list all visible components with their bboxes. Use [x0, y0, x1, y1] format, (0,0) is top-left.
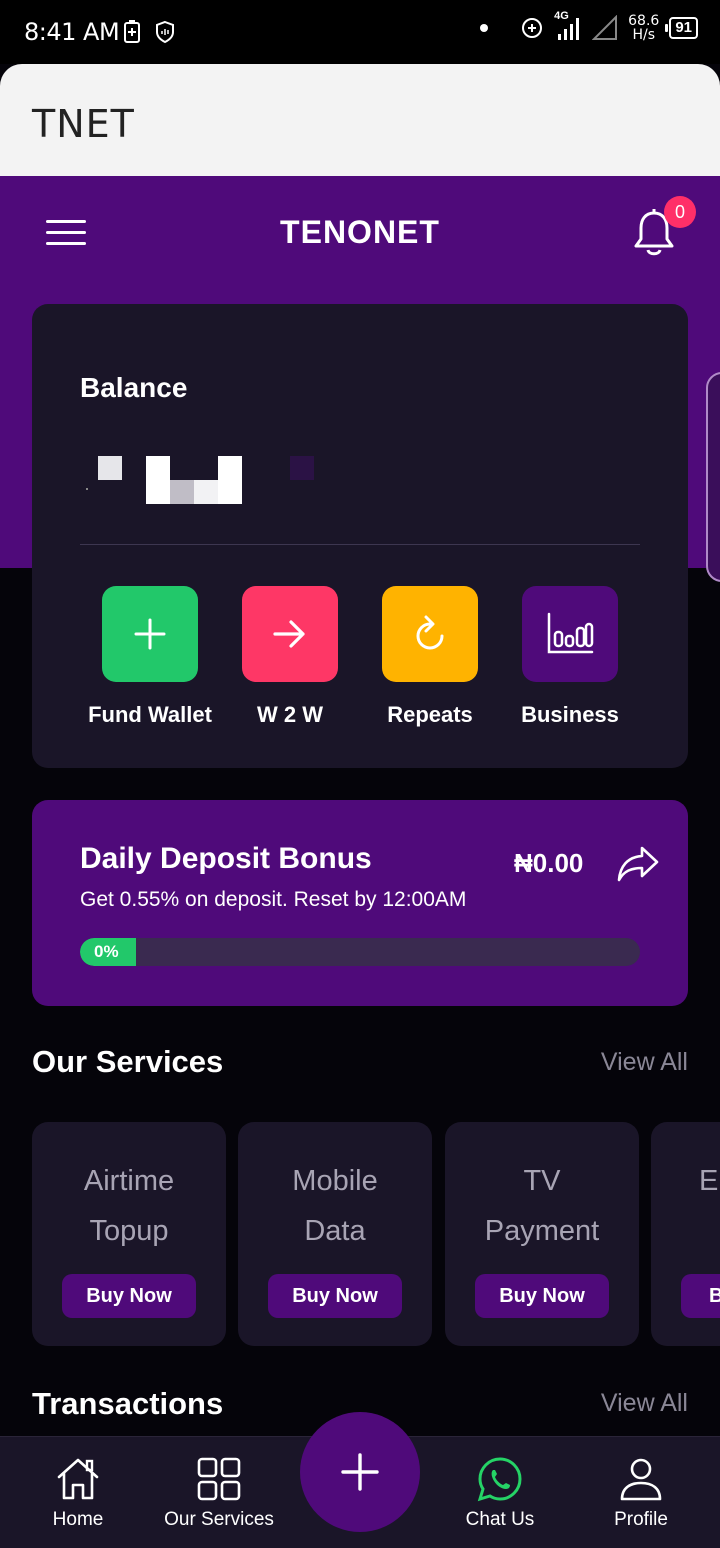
service-name: TV Payment — [445, 1156, 639, 1256]
home-icon — [57, 1458, 99, 1500]
status-time: 8:41 AM — [24, 18, 120, 46]
brand-title: TENONET — [280, 214, 440, 250]
repeats-label: Repeats — [387, 702, 473, 727]
data-saver-icon — [522, 18, 543, 38]
business-label: Business — [521, 702, 619, 727]
plus-icon — [341, 1453, 379, 1491]
business-tile — [522, 586, 618, 682]
service-name: Airtime Topup — [32, 1156, 226, 1256]
notification-badge: 0 — [664, 196, 696, 228]
buy-now-button[interactable]: Buy Now — [62, 1274, 196, 1318]
balance-divider — [80, 544, 640, 545]
bar-chart-icon — [547, 612, 594, 654]
status-bar: 8:41 AM 4G 68.6 H/s 91 — [0, 0, 720, 64]
speed-unit: H/s — [632, 27, 655, 43]
signal-4g-icon: 4G — [554, 10, 582, 42]
buy-now-button[interactable]: Buy Now — [268, 1274, 402, 1318]
balance-card: Balance Fund Wallet W 2 W Repeats Busine… — [32, 304, 688, 768]
w2w-label: W 2 W — [257, 702, 323, 727]
status-right-icons: 4G 68.6 H/s 91 — [480, 10, 698, 42]
balance-label: Balance — [80, 372, 188, 403]
battery-saver-icon — [124, 20, 140, 43]
services-title: Our Services — [32, 1044, 224, 1079]
service-name-line1: El — [699, 1165, 720, 1197]
quick-actions: Fund Wallet W 2 W Repeats Business — [80, 586, 640, 728]
service-name-line2: Topup — [89, 1215, 169, 1247]
service-name-line1: TV — [523, 1165, 561, 1197]
daily-bonus-card[interactable]: Daily Deposit Bonus ₦0.00 Get 0.55% on d… — [32, 800, 688, 1006]
grid-icon — [197, 1457, 241, 1501]
services-view-all-link[interactable]: View All — [601, 1048, 688, 1077]
service-name-line1: Airtime — [83, 1165, 175, 1197]
fund-wallet-label: Fund Wallet — [88, 702, 212, 727]
service-card-airtime[interactable]: Airtime Topup Buy Now — [32, 1122, 226, 1346]
nav-home-label: Home — [52, 1509, 104, 1530]
balance-hidden-value — [86, 456, 314, 504]
arrow-right-icon — [273, 620, 305, 648]
bonus-amount: ₦0.00 — [514, 848, 584, 878]
shield-icon — [156, 20, 174, 44]
business-button[interactable]: Business — [500, 586, 640, 728]
bonus-progress-fill: 0% — [80, 938, 136, 966]
w2w-tile — [242, 586, 338, 682]
service-name: El — [699, 1156, 720, 1206]
w2w-button[interactable]: W 2 W — [220, 586, 360, 728]
nav-profile[interactable]: Profile — [569, 1437, 713, 1548]
service-name-line2: Data — [304, 1215, 366, 1247]
signal-empty-icon — [592, 15, 618, 40]
side-drawer-peek[interactable] — [706, 372, 720, 582]
transactions-view-all-link[interactable]: View All — [601, 1389, 688, 1418]
refresh-icon — [416, 615, 444, 650]
bonus-subtitle: Get 0.55% on deposit. Reset by 12:00AM — [80, 888, 467, 911]
nav-our-services[interactable]: Our Services — [147, 1437, 291, 1548]
notification-dot-icon — [480, 24, 489, 32]
battery-indicator: 91 — [665, 17, 698, 39]
service-card-partial[interactable]: El B — [651, 1122, 720, 1346]
nav-chat-us-label: Chat Us — [465, 1509, 535, 1530]
nav-home[interactable]: Home — [6, 1437, 150, 1548]
nav-our-services-label: Our Services — [164, 1509, 274, 1530]
service-name-line1: Mobile — [292, 1165, 378, 1197]
buy-now-button[interactable]: B — [681, 1274, 720, 1318]
speed-value: 68.6 — [628, 13, 660, 29]
status-left-icons — [122, 20, 176, 44]
fund-wallet-button[interactable]: Fund Wallet — [80, 586, 220, 728]
add-fab-button[interactable] — [300, 1412, 420, 1532]
whatsapp-icon — [477, 1457, 522, 1502]
network-speed: 68.6 H/s — [628, 14, 659, 42]
bonus-progress-track: 0% — [80, 938, 640, 966]
app-title-bar: TNET — [0, 64, 720, 176]
repeats-button[interactable]: Repeats — [360, 586, 500, 728]
nav-profile-label: Profile — [614, 1509, 668, 1530]
transactions-title: Transactions — [32, 1386, 224, 1421]
service-card-mobile-data[interactable]: Mobile Data Buy Now — [238, 1122, 432, 1346]
nav-chat-us[interactable]: Chat Us — [428, 1437, 572, 1548]
plus-icon — [134, 618, 166, 650]
share-icon[interactable] — [616, 844, 660, 884]
buy-now-button[interactable]: Buy Now — [475, 1274, 609, 1318]
service-card-tv-payment[interactable]: TV Payment Buy Now — [445, 1122, 639, 1346]
window-title: TNET — [32, 102, 135, 146]
bonus-title: Daily Deposit Bonus — [80, 842, 372, 875]
service-name-line2: Payment — [484, 1215, 600, 1247]
repeats-tile — [382, 586, 478, 682]
fund-wallet-tile — [102, 586, 198, 682]
service-name: Mobile Data — [238, 1156, 432, 1256]
profile-icon — [620, 1458, 662, 1501]
